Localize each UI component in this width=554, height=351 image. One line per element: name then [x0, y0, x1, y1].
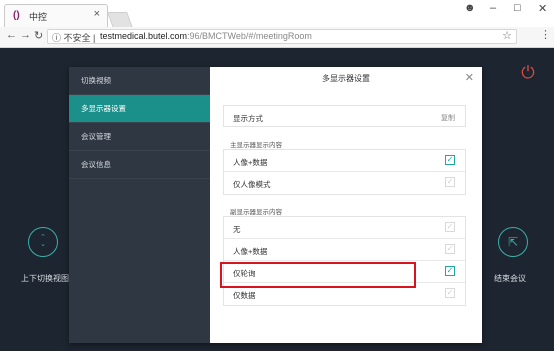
- primary-options: 人像+数据 ✓ 仅人像模式 ✓: [223, 149, 466, 195]
- checkbox-icon[interactable]: ✓: [445, 288, 455, 298]
- forward-icon[interactable]: →: [20, 29, 31, 41]
- security-indicator[interactable]: ⓘ 不安全 |: [52, 31, 95, 44]
- address-bar: ← → ↻ ⓘ 不安全 | testmedical.butel.com:96/B…: [0, 27, 554, 48]
- checkbox-checked-icon[interactable]: ✓: [445, 155, 455, 165]
- highlight-box: [220, 262, 416, 288]
- dialog-menu: 切换視频 多显示器设置 会议管理 会议信息: [69, 67, 210, 343]
- account-icon[interactable]: ☻: [464, 2, 476, 14]
- menu-item-multi-display[interactable]: 多显示器设置: [69, 95, 210, 123]
- dialog-title: 多显示器设置: [322, 74, 370, 83]
- option-primary-video-only[interactable]: 仅人像模式 ✓: [224, 172, 465, 194]
- browser-tabbar: () 中控 × ☻ – □ ✕: [0, 0, 554, 28]
- end-meeting-icon[interactable]: ⇱: [498, 227, 528, 257]
- tab-close-icon[interactable]: ×: [94, 8, 100, 20]
- display-mode-label: 显示方式: [233, 114, 263, 123]
- display-mode-row[interactable]: 显示方式 复制: [223, 105, 466, 127]
- new-tab-button[interactable]: [107, 12, 133, 28]
- switch-view-label: 上下切换视图: [21, 274, 69, 283]
- secondary-options: 无 ✓ 人像+数据 ✓ 仅轮询 ✓ 仅数据 ✓: [223, 216, 466, 306]
- reload-icon[interactable]: ↻: [34, 29, 43, 42]
- menu-item-meeting-manage[interactable]: 会议管理: [69, 123, 210, 151]
- option-secondary-video-data[interactable]: 人像+数据 ✓: [224, 239, 465, 261]
- bookmark-star-icon[interactable]: ☆: [502, 29, 512, 42]
- checkbox-checked-icon[interactable]: ✓: [445, 266, 455, 276]
- back-icon[interactable]: ←: [6, 29, 17, 41]
- window-close-icon[interactable]: ✕: [538, 2, 547, 15]
- browser-tab[interactable]: () 中控 ×: [4, 4, 108, 27]
- minimize-icon[interactable]: –: [490, 2, 496, 14]
- checkbox-icon[interactable]: ✓: [445, 222, 455, 232]
- url-input[interactable]: ⓘ 不安全 | testmedical.butel.com:96/BMCTWeb…: [47, 29, 517, 44]
- secondary-section-title: 副显示器显示内容: [230, 209, 282, 216]
- display-mode-value[interactable]: 复制: [441, 113, 455, 123]
- multi-display-dialog: 切换視频 多显示器设置 会议管理 会议信息 多显示器设置 ✕ 显示方式 复制 主…: [69, 67, 482, 343]
- checkbox-icon[interactable]: ✓: [445, 244, 455, 254]
- menu-item-switch-video[interactable]: 切换視频: [69, 67, 210, 95]
- maximize-icon[interactable]: □: [514, 2, 521, 14]
- browser-menu-icon[interactable]: ⋮: [540, 28, 551, 41]
- option-secondary-none[interactable]: 无 ✓: [224, 217, 465, 239]
- dialog-content: 多显示器设置 ✕ 显示方式 复制 主显示器显示内容 人像+数据 ✓ 仅人像模式 …: [210, 67, 482, 343]
- menu-item-meeting-info[interactable]: 会议信息: [69, 151, 210, 179]
- switch-view-icon[interactable]: ⌃ ⌄: [28, 227, 58, 257]
- url-text: testmedical.butel.com:96/BMCTWeb/#/meeti…: [100, 31, 312, 41]
- option-primary-video-data[interactable]: 人像+数据 ✓: [224, 150, 465, 172]
- power-icon[interactable]: ⏻: [519, 64, 537, 82]
- tab-title: 中控: [29, 12, 48, 22]
- dialog-close-icon[interactable]: ✕: [465, 71, 474, 84]
- checkbox-icon[interactable]: ✓: [445, 177, 455, 187]
- primary-section-title: 主显示器显示内容: [230, 142, 282, 149]
- end-meeting-label: 结束会议: [494, 274, 526, 283]
- site-favicon-icon: (): [13, 10, 20, 21]
